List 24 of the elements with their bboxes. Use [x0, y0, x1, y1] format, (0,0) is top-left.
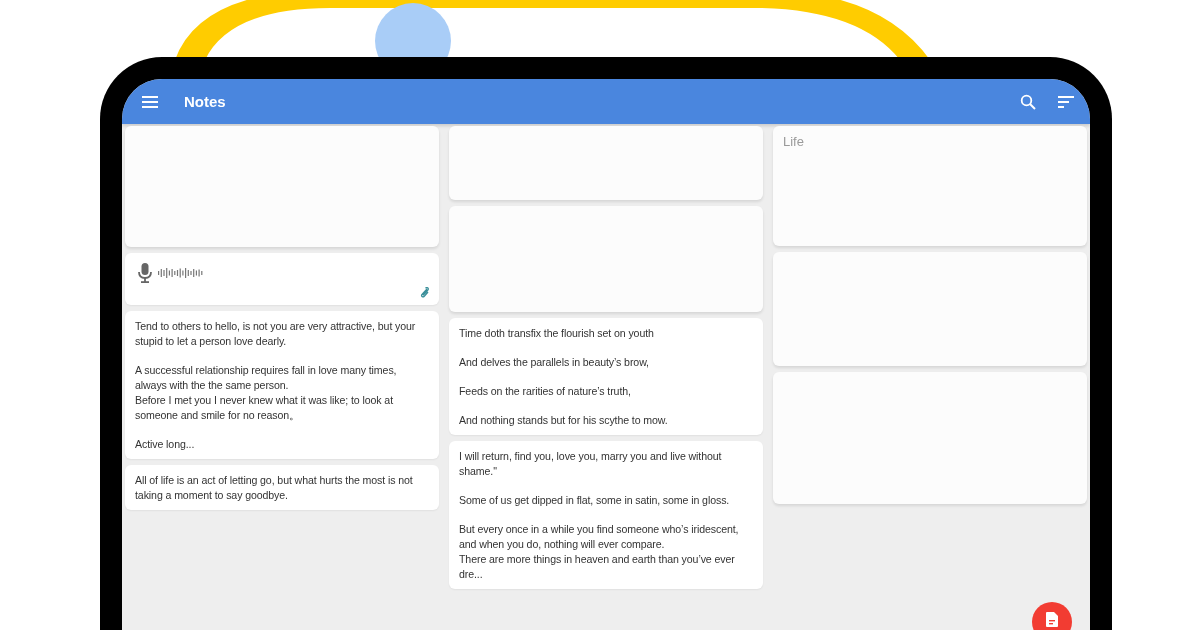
note-title: Life	[783, 134, 805, 149]
note-text: Tend to others to hello, is not you are very attractive, but your stupid to let a person love dearly.	[135, 319, 417, 349]
note-text: And delves the parallels in beauty’s brow,	[459, 355, 650, 370]
note-text: But every once in a while you find someone who’s iridescent, and when you do, nothing will ever compare.	[459, 522, 740, 552]
waveform-icon	[158, 267, 204, 279]
note-text: A successful relationship requires fall in love many times, always with the the same person.	[135, 363, 398, 393]
document-icon	[1046, 612, 1058, 627]
note-text: Active long...	[135, 437, 196, 452]
note-text: I will return, find you, love you, marry you and live without shame."	[459, 449, 723, 479]
note-text: Before I met you I never knew what it was like; to look at someone and smile for no reason。	[135, 393, 394, 423]
note-text: Some of us get dipped in flat, some in satin, some in gloss.	[459, 493, 731, 508]
note-text: There are more things in heaven and earth than you’ve ever dre...	[459, 552, 736, 582]
note-text: Time doth transfix the flourish set on youth	[459, 326, 655, 341]
note-text: And nothing stands but for his scythe to mow.	[459, 413, 669, 428]
note-text: All of life is an act of letting go, but what hurts the most is not taking a moment to say goodbye.	[135, 473, 414, 503]
note-card[interactable]	[125, 311, 439, 459]
note-card[interactable]: Time doth transfix the flourish set on youth And delves the parallels in beauty’s brow, Feeds on the rarities of nature’s truth, And nothing stands but for his scythe to mow.	[449, 318, 763, 435]
note-card[interactable]	[449, 441, 763, 589]
note-card[interactable]: All of life is an act of letting go, but what hurts the most is not taking a moment to say goodbye.	[125, 465, 439, 510]
app-title: Notes	[184, 93, 227, 110]
new-note-button[interactable]	[1032, 602, 1072, 630]
microphone-icon	[138, 263, 152, 283]
note-text: Feeds on the rarities of nature’s truth,	[459, 384, 632, 399]
paperclip-icon	[419, 287, 429, 298]
